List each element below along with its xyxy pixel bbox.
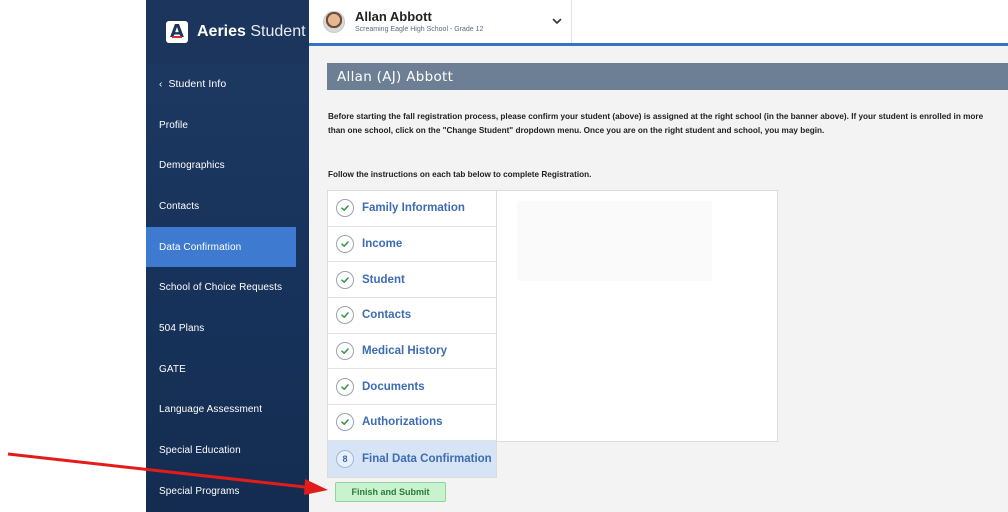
brand-name-light: Student bbox=[250, 23, 306, 40]
tab-label: Medical History bbox=[362, 345, 447, 358]
page-title: Allan (AJ) Abbott bbox=[337, 68, 454, 85]
tab-authorizations[interactable]: Authorizations bbox=[328, 405, 496, 441]
tab-medical-history[interactable]: Medical History bbox=[328, 334, 496, 370]
sidebar-item-504-plans[interactable]: 504 Plans bbox=[146, 308, 309, 349]
tab-documents[interactable]: Documents bbox=[328, 369, 496, 406]
main-content: Allan (AJ) Abbott Before starting the fa… bbox=[309, 46, 1008, 512]
sidebar-item-contacts[interactable]: Contacts bbox=[146, 186, 309, 227]
tab-label: Contacts bbox=[362, 309, 412, 322]
tab-income[interactable]: Income bbox=[328, 227, 496, 263]
tab-contacts[interactable]: Contacts bbox=[328, 298, 496, 334]
instructions-text: Follow the instructions on each tab belo… bbox=[328, 170, 592, 179]
student-info: Allan Abbott Screaming Eagle High School… bbox=[355, 10, 483, 33]
tab-label: Student bbox=[362, 273, 405, 286]
sidebar-item-gate[interactable]: GATE bbox=[146, 349, 309, 390]
top-bar: Allan Abbott Screaming Eagle High School… bbox=[309, 0, 1008, 46]
tab-label: Final Data Confirmation bbox=[362, 452, 492, 465]
student-name: Allan Abbott bbox=[355, 9, 432, 24]
sidebar-item-label: Special Programs bbox=[159, 485, 240, 497]
intro-text: Before starting the fall registration pr… bbox=[328, 112, 984, 135]
page: A Aeries Student ‹ Student Info Profile … bbox=[0, 0, 1008, 512]
sidebar-item-data-confirmation[interactable]: Data Confirmation bbox=[146, 226, 296, 268]
sidebar-item-label: Special Education bbox=[159, 445, 241, 457]
tab-student[interactable]: Student bbox=[328, 262, 496, 299]
sidebar-item-school-of-choice-requests[interactable]: School of Choice Requests bbox=[146, 267, 309, 308]
sidebar-item-label: Demographics bbox=[159, 160, 225, 172]
student-school: Screaming Eagle High School - Grade 12 bbox=[355, 26, 484, 33]
tab-label: Documents bbox=[362, 380, 425, 393]
tab-label: Income bbox=[362, 238, 403, 251]
check-circle-icon bbox=[336, 413, 354, 432]
sidebar-item-label: Language Assessment bbox=[159, 404, 263, 416]
sidebar-item-demographics[interactable]: Demographics bbox=[146, 145, 309, 186]
check-circle-icon bbox=[336, 306, 354, 325]
sidebar-item-student-info[interactable]: ‹ Student Info bbox=[146, 64, 309, 105]
tab-content-placeholder bbox=[517, 201, 712, 281]
chevron-left-icon: ‹ bbox=[159, 78, 163, 90]
sidebar-item-language-assessment[interactable]: Language Assessment bbox=[146, 390, 309, 431]
check-circle-icon bbox=[336, 377, 354, 396]
sidebar-item-label: Profile bbox=[159, 119, 189, 131]
sidebar-item-label: GATE bbox=[159, 363, 186, 375]
sidebar-item-label: Data Confirmation bbox=[159, 241, 242, 253]
chevron-down-icon bbox=[552, 18, 562, 24]
tab-family-information[interactable]: Family Information bbox=[328, 191, 496, 227]
brand-name-bold: Aeries bbox=[197, 23, 246, 40]
brand-name: Aeries Student bbox=[197, 23, 306, 41]
check-circle-icon bbox=[336, 199, 354, 218]
sidebar-item-label: School of Choice Requests bbox=[159, 282, 283, 294]
aeries-logo-icon: A bbox=[166, 21, 188, 43]
tab-content-panel bbox=[497, 190, 778, 442]
sidebar-item-label: Contacts bbox=[159, 200, 200, 212]
tab-label: Authorizations bbox=[362, 416, 443, 429]
change-student-dropdown[interactable]: Allan Abbott Screaming Eagle High School… bbox=[309, 0, 572, 43]
step-number-icon: 8 bbox=[336, 449, 354, 468]
finish-and-submit-button[interactable]: Finish and Submit bbox=[335, 482, 446, 502]
sidebar-item-label: 504 Plans bbox=[159, 322, 205, 334]
check-circle-icon bbox=[336, 270, 354, 289]
tab-label: Family Information bbox=[362, 202, 465, 215]
check-circle-icon bbox=[336, 235, 354, 254]
tab-final-data-confirmation[interactable]: 8 Final Data Confirmation bbox=[328, 440, 496, 477]
step-number: 8 bbox=[342, 453, 348, 464]
sidebar-item-label: Student Info bbox=[168, 78, 227, 91]
page-title-bar: Allan (AJ) Abbott bbox=[327, 63, 1008, 90]
sidebar-nav: ‹ Student Info Profile Demographics Cont… bbox=[146, 64, 309, 512]
brand[interactable]: A Aeries Student bbox=[146, 0, 309, 64]
student-avatar bbox=[323, 10, 345, 33]
sidebar: A Aeries Student ‹ Student Info Profile … bbox=[146, 0, 309, 512]
sidebar-item-special-programs[interactable]: Special Programs bbox=[146, 471, 309, 512]
sidebar-item-profile[interactable]: Profile bbox=[146, 105, 309, 146]
registration-tabs: Family Information Income Student Contac… bbox=[327, 190, 497, 478]
sidebar-item-special-education[interactable]: Special Education bbox=[146, 430, 309, 471]
check-circle-icon bbox=[336, 342, 354, 361]
